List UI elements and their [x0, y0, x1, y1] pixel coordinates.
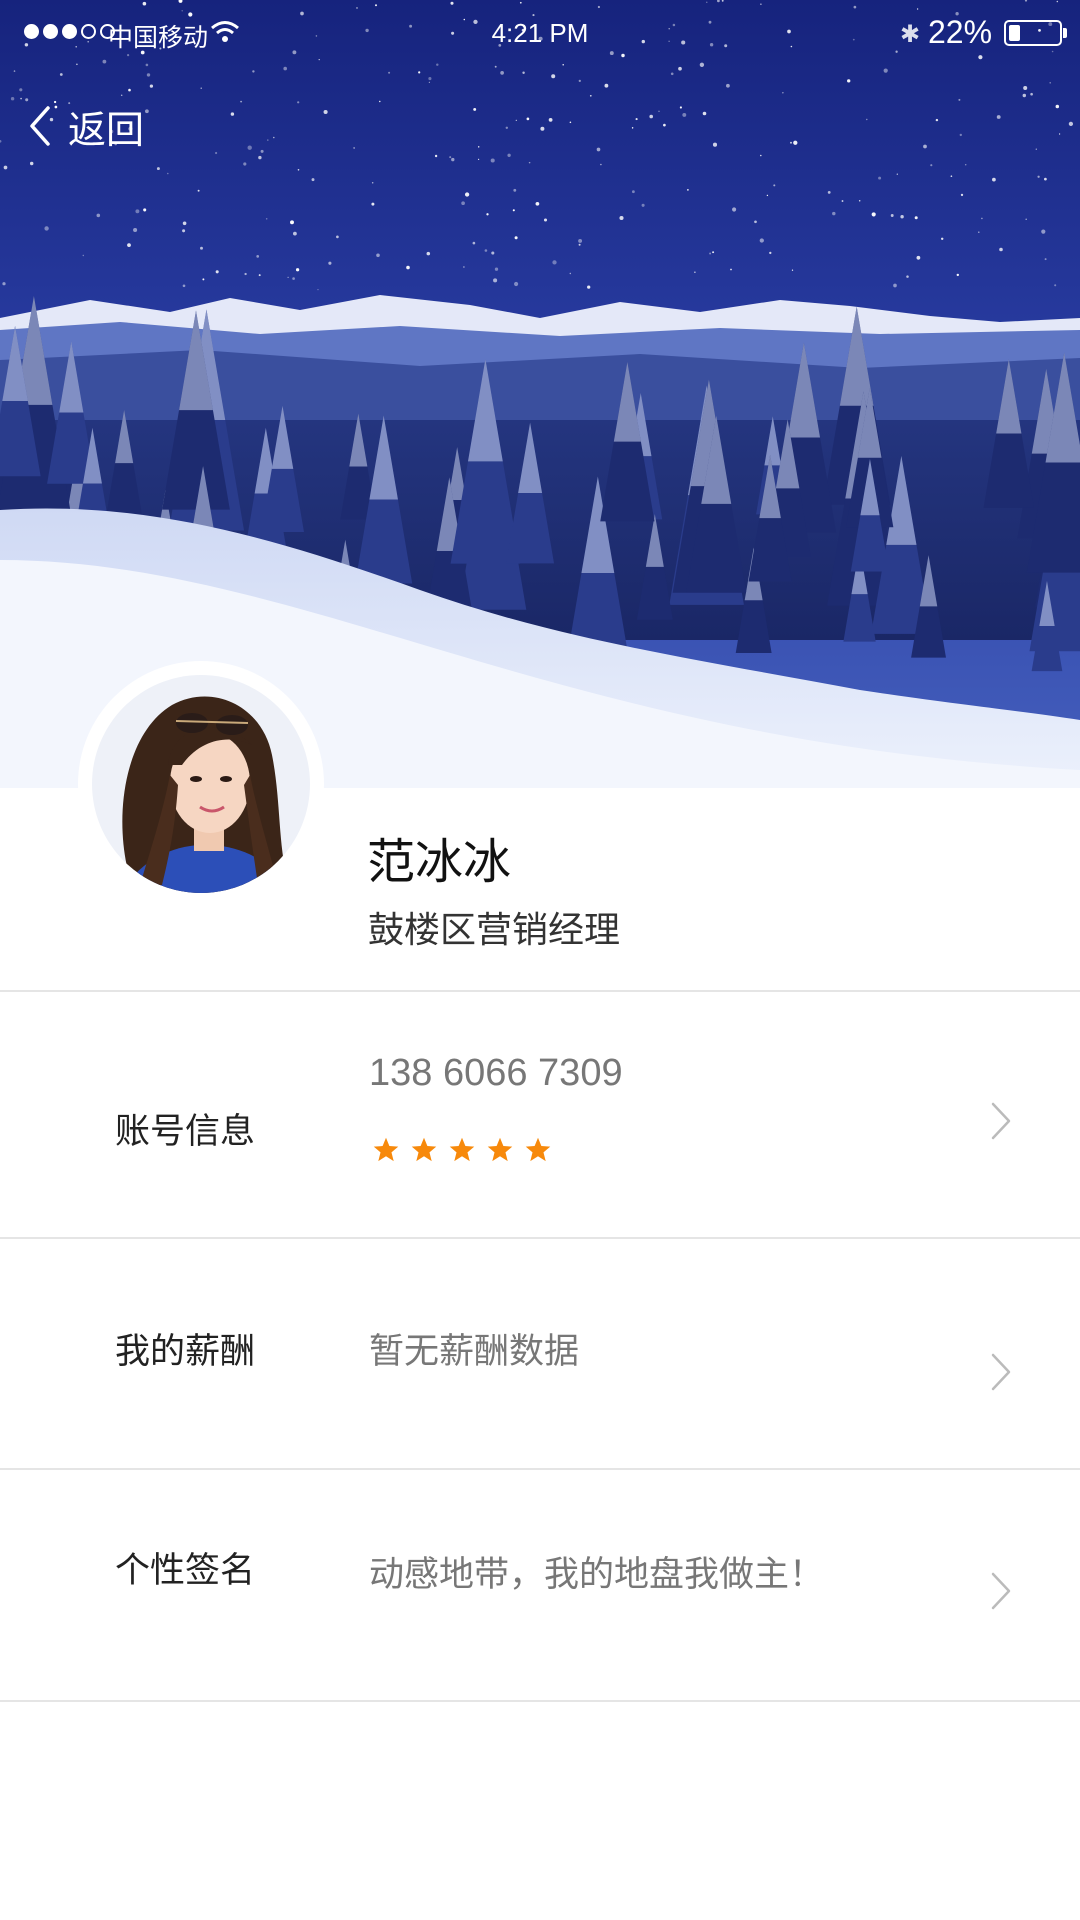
salary-value: 暂无薪酬数据	[369, 1332, 580, 1372]
row-label: 个性签名	[115, 1551, 256, 1591]
avatar-portrait-image	[92, 675, 310, 893]
status-bar: 中国移动 4:21 PM ✱ 22%	[0, 0, 1080, 66]
row-label: 我的薪酬	[115, 1332, 256, 1372]
rating-stars	[372, 1136, 552, 1164]
my-salary-row[interactable]: 我的薪酬 暂无薪酬数据	[0, 1239, 1080, 1468]
back-label: 返回	[68, 107, 145, 152]
chevron-right-icon	[991, 1353, 1011, 1391]
signature-value: 动感地带，我的地盘我做主！	[369, 1555, 825, 1595]
account-info-row[interactable]: 账号信息 138 6066 7309	[0, 992, 1080, 1237]
star-icon	[373, 1137, 399, 1162]
profile-job-title: 鼓楼区营销经理	[368, 910, 621, 951]
profile-name: 范冰冰	[367, 834, 512, 890]
battery-icon	[1004, 20, 1062, 46]
star-icon	[487, 1137, 513, 1162]
star-icon	[449, 1137, 475, 1162]
chevron-right-icon	[991, 1572, 1011, 1610]
back-button[interactable]: 返回	[24, 96, 144, 156]
phone-number: 138 6066 7309	[369, 1052, 623, 1094]
avatar[interactable]	[78, 661, 324, 907]
signature-row[interactable]: 个性签名 动感地带，我的地盘我做主！	[0, 1470, 1080, 1700]
back-chevron-icon	[30, 106, 50, 146]
chevron-right-icon	[991, 1102, 1011, 1140]
star-icon	[525, 1137, 551, 1162]
bluetooth-icon: ✱	[900, 21, 921, 48]
star-icon	[411, 1137, 437, 1162]
battery-level-fill	[1009, 25, 1020, 41]
divider	[0, 1700, 1080, 1702]
battery-percentage: 22%	[928, 14, 993, 50]
profile-page: 中国移动 4:21 PM ✱ 22% 返回 范冰冰 鼓楼区营销经理 账号信息 1…	[0, 0, 1080, 1920]
row-label: 账号信息	[115, 1112, 256, 1152]
battery-cap	[1063, 28, 1067, 38]
